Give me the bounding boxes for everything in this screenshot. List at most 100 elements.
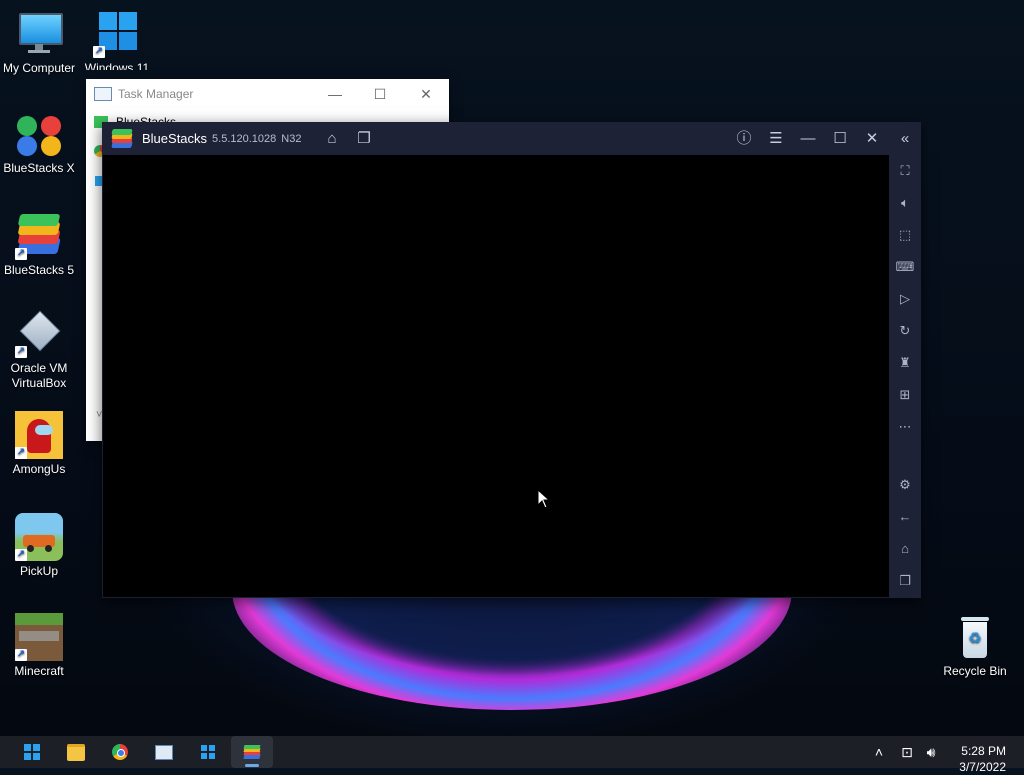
clock-date: 3/7/2022 — [959, 760, 1006, 774]
windows-start-icon — [24, 744, 40, 760]
taskbar-windows-tools[interactable] — [187, 736, 229, 768]
shortcut-arrow-icon: ↗ — [93, 46, 105, 58]
taskbar-task-manager[interactable] — [143, 736, 185, 768]
close-icon: ✕ — [865, 130, 879, 147]
network-button[interactable]: ⊡ — [896, 736, 918, 768]
chrome-icon — [112, 744, 128, 760]
bs-maximize-button[interactable]: ☐ — [824, 122, 856, 155]
desktop-icon-label: Minecraft — [14, 664, 64, 678]
bluestacks-app-name: BlueStacks — [142, 131, 208, 146]
bluestacks-x-icon — [15, 110, 63, 158]
volume-button[interactable]: 🔈︎ — [889, 187, 921, 219]
more-dots-icon: ⋯ — [898, 419, 912, 434]
keyboard-button[interactable]: ⌨ — [889, 251, 921, 283]
recent-apps-button[interactable]: ❐ — [889, 565, 921, 597]
bluestacks-sidebar: ⛶ 🔈︎ ⬚ ⌨ ▷ ↻ ♜ ⊞ ⋯ ⚙ ← ⌂ ❐ — [889, 155, 921, 598]
network-icon: ⊡ — [901, 744, 913, 760]
speaker-icon: 🔊︎ — [926, 744, 936, 760]
bluestacks-window[interactable]: BlueStacks 5.5.120.1028 N32 ⌂ ❐ ⓘ ☰ — ☐ … — [102, 122, 921, 598]
taskbar-chrome[interactable] — [99, 736, 141, 768]
taskbar-file-explorer[interactable] — [55, 736, 97, 768]
virtualbox-icon: ↗ — [15, 310, 63, 358]
desktop-icon-bluestacks-x[interactable]: BlueStacks X — [1, 110, 77, 176]
minimize-icon: — — [800, 130, 816, 147]
macro-button[interactable]: ▷ — [889, 283, 921, 315]
bluestacks-logo-icon — [111, 128, 133, 149]
desktop-icon-pickup[interactable]: ↗ PickUp — [1, 513, 77, 579]
maximize-button[interactable]: ☐ — [357, 79, 403, 109]
monitor-icon — [15, 10, 63, 58]
multi-instance-button[interactable]: ❐ — [348, 122, 380, 155]
maximize-icon: ☐ — [833, 130, 847, 147]
clock-time: 5:28 PM — [961, 744, 1006, 758]
desktop-icon-minecraft[interactable]: ↗ Minecraft — [1, 613, 77, 679]
bluestacks-icon: ↗ — [15, 212, 63, 260]
recycle-bin-icon: ♻ — [951, 613, 999, 661]
pointer-button[interactable]: ⬚ — [889, 219, 921, 251]
taskbar-clock[interactable]: 5:28 PM 3/7/2022 — [959, 743, 1006, 775]
apk-icon: ⊞ — [899, 387, 911, 402]
fullscreen-button[interactable]: ⛶ — [889, 155, 921, 187]
amongus-icon: ↗ — [15, 411, 63, 459]
desktop-icon-label: BlueStacks X — [3, 161, 75, 175]
desktop-icon-my-computer[interactable]: My Computer — [1, 10, 77, 76]
robot-icon: ♜ — [899, 355, 911, 370]
install-apk-button[interactable]: ⊞ — [889, 379, 921, 411]
desktop-icon-recycle-bin[interactable]: ♻ Recycle Bin — [937, 613, 1013, 679]
rotate-icon: ↻ — [899, 323, 911, 338]
help-button[interactable]: ⓘ — [728, 122, 760, 155]
home-icon: ⌂ — [327, 130, 337, 147]
start-button[interactable] — [11, 736, 53, 768]
bs-close-button[interactable]: ✕ — [856, 122, 888, 155]
taskbar-bluestacks[interactable] — [231, 736, 273, 768]
desktop-icon-label: Recycle Bin — [943, 664, 1007, 678]
fullscreen-icon: ⛶ — [900, 163, 910, 178]
desktop-icon-label: My Computer — [2, 61, 76, 75]
pointer-icon: ⬚ — [898, 227, 912, 242]
pickup-icon: ↗ — [15, 513, 63, 561]
folder-icon — [67, 743, 85, 761]
windows-logo-icon — [201, 745, 215, 759]
bs-minimize-button[interactable]: — — [792, 122, 824, 155]
gear-icon: ⚙ — [899, 477, 911, 492]
hamburger-menu-icon: ☰ — [769, 130, 783, 147]
back-button[interactable]: ← — [889, 501, 921, 533]
bluestacks-arch: N32 — [281, 132, 302, 145]
rotate-button[interactable]: ↻ — [889, 315, 921, 347]
play-circle-icon: ▷ — [900, 291, 910, 306]
emulator-screen[interactable] — [103, 155, 889, 597]
arrow-left-icon: ← — [898, 509, 912, 524]
task-manager-icon — [94, 87, 112, 101]
collapse-sidebar-button[interactable]: « — [889, 122, 921, 155]
home-icon: ⌂ — [901, 541, 909, 556]
volume-tray-button[interactable]: 🔊︎ — [920, 736, 942, 768]
chevron-up-icon: ˄ — [874, 744, 884, 760]
shortcut-arrow-icon: ↗ — [15, 346, 27, 358]
task-manager-title: Task Manager — [118, 87, 194, 101]
home-button[interactable]: ⌂ — [316, 122, 348, 155]
desktop-icon-windows-11-tools[interactable]: ↗ Windows 11 Tools — [79, 10, 155, 70]
active-indicator — [245, 764, 259, 767]
settings-button[interactable]: ⚙ — [889, 469, 921, 501]
desktop-icon-label: Oracle VM VirtualBox — [10, 361, 68, 390]
android-home-button[interactable]: ⌂ — [889, 533, 921, 565]
more-options-button[interactable]: ⋯ — [889, 411, 921, 443]
tray-overflow-button[interactable]: ˄ — [868, 736, 890, 768]
close-button[interactable]: ✕ — [403, 79, 449, 109]
desktop-icon-label: Windows 11 Tools — [84, 61, 150, 70]
minecraft-icon: ↗ — [15, 613, 63, 661]
desktop-icon-label: AmongUs — [12, 462, 66, 476]
desktop-icon-label: BlueStacks 5 — [3, 263, 75, 277]
desktop-icon-amongus[interactable]: ↗ AmongUs — [1, 411, 77, 477]
desktop-icon-bluestacks-5[interactable]: ↗ BlueStacks 5 — [1, 212, 77, 278]
multi-instance-icon: ❐ — [357, 130, 371, 147]
taskbar: ˄ ⊡ 🔊︎ 5:28 PM 3/7/2022 — [0, 736, 1024, 774]
desktop-icon-virtualbox[interactable]: ↗ Oracle VM VirtualBox — [1, 310, 77, 391]
bluestacks-icon — [243, 744, 261, 760]
shortcut-arrow-icon: ↗ — [15, 447, 27, 459]
gamepad-button[interactable]: ♜ — [889, 347, 921, 379]
minimize-button[interactable]: — — [312, 79, 358, 109]
menu-button[interactable]: ☰ — [760, 122, 792, 155]
shortcut-arrow-icon: ↗ — [15, 649, 27, 661]
bluestacks-version: 5.5.120.1028 — [212, 132, 277, 145]
